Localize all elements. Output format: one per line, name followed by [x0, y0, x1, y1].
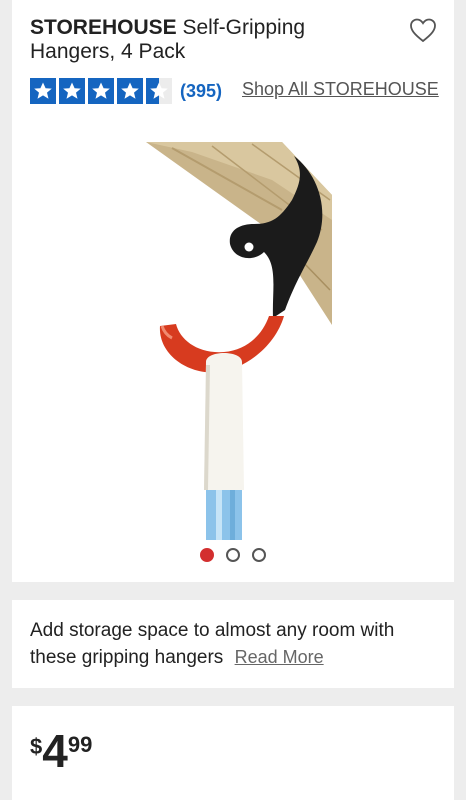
- star-icon: [59, 78, 85, 104]
- image-carousel-dots: [12, 548, 454, 562]
- price-currency: $: [30, 734, 43, 759]
- carousel-dot-1[interactable]: [200, 548, 214, 562]
- product-description: Add storage space to almost any room wit…: [30, 618, 440, 671]
- product-brand: STOREHOUSE: [30, 16, 177, 39]
- product-image[interactable]: [132, 140, 337, 540]
- carousel-dot-3[interactable]: [252, 548, 266, 562]
- description-text: Add storage space to almost any room wit…: [30, 620, 395, 668]
- read-more-link[interactable]: Read More: [235, 647, 324, 667]
- price-card: $ 4 99: [12, 706, 454, 800]
- rating-row: (395): [30, 78, 222, 104]
- product-price: $ 4 99: [30, 728, 92, 774]
- product-header-card: STOREHOUSE Self-Gripping Hangers, 4 Pack: [12, 0, 454, 582]
- carousel-dot-2[interactable]: [226, 548, 240, 562]
- star-half-icon: [146, 78, 172, 104]
- description-card: Add storage space to almost any room wit…: [12, 600, 454, 688]
- review-count-link[interactable]: (395): [180, 81, 222, 102]
- heart-icon: [410, 18, 436, 43]
- star-icon: [88, 78, 114, 104]
- star-rating: [30, 78, 172, 104]
- star-icon: [30, 78, 56, 104]
- favorite-button[interactable]: [408, 16, 438, 46]
- product-title: STOREHOUSE Self-Gripping Hangers, 4 Pack: [30, 16, 390, 64]
- price-cents: 99: [67, 732, 93, 757]
- star-icon: [117, 78, 143, 104]
- shop-all-brand-link[interactable]: Shop All STOREHOUSE: [242, 79, 439, 100]
- price-dollars: 4: [42, 725, 68, 777]
